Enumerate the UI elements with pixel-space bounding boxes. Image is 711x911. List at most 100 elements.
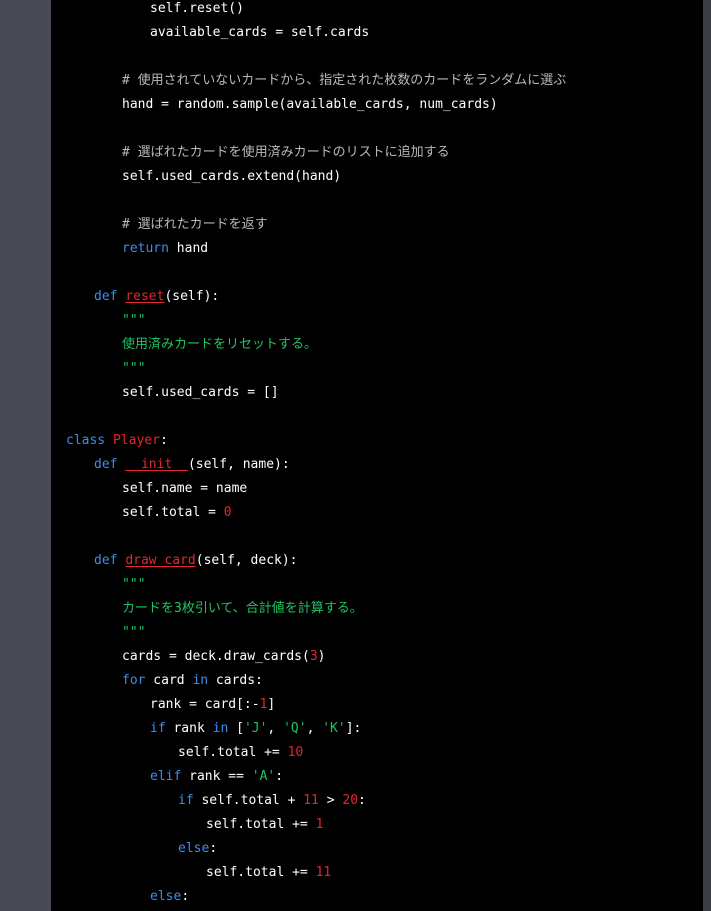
token-code-text: self.name = name bbox=[122, 481, 248, 496]
token-keyword: class bbox=[66, 433, 106, 448]
token-keyword: def bbox=[94, 553, 118, 568]
token-docstring: """ bbox=[122, 577, 146, 592]
token-docstring: 使用済みカードをリセットする。 bbox=[122, 337, 318, 352]
token-code-text: self.total += bbox=[206, 817, 316, 832]
code-line: self.total = 0 bbox=[122, 501, 232, 525]
token-number: 11 bbox=[303, 793, 319, 808]
code-line: """ bbox=[122, 621, 145, 645]
code-line: return hand bbox=[122, 237, 208, 261]
token-code-text: : bbox=[358, 793, 366, 808]
code-line: """ bbox=[122, 309, 145, 333]
token-code-text: self.total + bbox=[193, 793, 304, 808]
token-keyword: in bbox=[212, 721, 229, 736]
code-line: self.used_cards.extend(hand) bbox=[122, 165, 341, 189]
token-keyword: def bbox=[94, 289, 118, 304]
token-keyword: return bbox=[122, 241, 169, 256]
token-code-text: available_cards = self.cards bbox=[150, 25, 370, 40]
token-number: 1 bbox=[315, 817, 324, 832]
token-code-text: cards: bbox=[208, 673, 263, 688]
token-number: 11 bbox=[315, 865, 332, 880]
code-line: # 使用されていないカードから、指定された枚数のカードをランダムに選ぶ bbox=[122, 69, 566, 93]
token-code-text: > bbox=[318, 793, 343, 808]
token-string: 'K' bbox=[322, 721, 346, 736]
token-code-text: , bbox=[306, 721, 323, 736]
code-line: # 選ばれたカードを返す bbox=[122, 213, 268, 237]
token-code-text: cards = deck.draw_cards( bbox=[122, 649, 310, 664]
token-keyword: if bbox=[150, 721, 166, 736]
code-line: def draw_card(self, deck): bbox=[94, 549, 298, 573]
code-line: for card in cards: bbox=[122, 669, 263, 693]
code-line: self.name = name bbox=[122, 477, 247, 501]
code-line: if rank in ['J', 'Q', 'K']: bbox=[150, 717, 361, 741]
token-code-text: hand = random.sample(available_cards, nu… bbox=[122, 97, 498, 112]
code-line: self.total += 1 bbox=[206, 813, 323, 837]
token-number: 3 bbox=[309, 649, 318, 664]
token-keyword: if bbox=[178, 793, 194, 808]
token-docstring: """ bbox=[122, 625, 146, 640]
code-line: available_cards = self.cards bbox=[150, 21, 369, 45]
token-def-name: draw_card bbox=[125, 553, 196, 568]
token-code-text: , bbox=[267, 721, 284, 736]
code-line: else: bbox=[178, 837, 217, 861]
token-code-text: card bbox=[145, 673, 193, 688]
token-keyword: in bbox=[192, 673, 209, 688]
token-code-text: ]: bbox=[345, 721, 362, 736]
code-line: else: bbox=[150, 885, 189, 909]
token-string: 'A' bbox=[251, 769, 276, 784]
token-code-text: self.used_cards.extend(hand) bbox=[122, 169, 342, 184]
token-code-text: ] bbox=[267, 697, 276, 712]
code-line: hand = random.sample(available_cards, nu… bbox=[122, 93, 498, 117]
token-code-text: ) bbox=[317, 649, 326, 664]
token-def-name: Player bbox=[112, 433, 160, 448]
token-code-text: (self, deck): bbox=[195, 553, 298, 568]
token-docstring: """ bbox=[122, 361, 146, 376]
token-string: 'Q' bbox=[283, 721, 307, 736]
token-code-text: hand bbox=[168, 241, 209, 256]
token-code-text: self.reset() bbox=[150, 1, 244, 16]
token-keyword: else bbox=[150, 889, 182, 904]
token-comment: # 選ばれたカードを返す bbox=[122, 217, 268, 232]
token-keyword: def bbox=[94, 457, 118, 472]
token-docstring: カードを3枚引いて、合計値を計算する。 bbox=[122, 601, 363, 616]
token-code-text: (self, name): bbox=[187, 457, 290, 472]
token-keyword: else bbox=[178, 841, 210, 856]
token-code-text: self.total += bbox=[178, 745, 288, 760]
token-code-text: : bbox=[159, 433, 168, 448]
token-comment: # 使用されていないカードから、指定された枚数のカードをランダムに選ぶ bbox=[122, 73, 567, 88]
token-number: 20 bbox=[342, 793, 359, 808]
code-line: elif rank == 'A': bbox=[150, 765, 283, 789]
token-number: 10 bbox=[287, 745, 304, 760]
token-code-text: self.total += bbox=[206, 865, 316, 880]
token-code-text: rank = card[:- bbox=[150, 697, 260, 712]
code-line: self.total += 11 bbox=[206, 861, 331, 885]
token-code-text: rank == bbox=[181, 769, 252, 784]
code-editor[interactable]: self.reset() available_cards = self.cards… bbox=[51, 0, 703, 911]
code-line: cards = deck.draw_cards(3) bbox=[122, 645, 326, 669]
token-code-text: self.total = bbox=[122, 505, 224, 520]
token-code-text: : bbox=[209, 841, 218, 856]
code-line: self.total += 10 bbox=[178, 741, 303, 765]
code-line: # 選ばれたカードを使用済みカードのリストに追加する bbox=[122, 141, 450, 165]
code-line: class Player: bbox=[66, 429, 168, 453]
token-comment: # 選ばれたカードを使用済みカードのリストに追加する bbox=[122, 145, 450, 160]
token-code-text: rank bbox=[165, 721, 213, 736]
code-line: """ bbox=[122, 573, 145, 597]
code-line: """ bbox=[122, 357, 145, 381]
token-code-text: : bbox=[275, 769, 284, 784]
code-line: rank = card[:-1] bbox=[150, 693, 275, 717]
code-line: 使用済みカードをリセットする。 bbox=[122, 333, 317, 357]
code-line: self.reset() bbox=[150, 0, 244, 21]
code-line: self.used_cards = [] bbox=[122, 381, 279, 405]
token-keyword: for bbox=[122, 673, 146, 688]
code-line: def reset(self): bbox=[94, 285, 219, 309]
token-code-text: [ bbox=[228, 721, 244, 736]
token-def-name: reset bbox=[125, 289, 165, 304]
token-code-text: : bbox=[181, 889, 190, 904]
token-number: 0 bbox=[223, 505, 232, 520]
token-string: 'J' bbox=[243, 721, 268, 736]
vertical-scrollbar[interactable] bbox=[703, 0, 711, 911]
code-line: if self.total + 11 > 20: bbox=[178, 789, 366, 813]
code-line: def __init__(self, name): bbox=[94, 453, 290, 477]
token-def-name: __init__ bbox=[125, 457, 188, 472]
token-docstring: """ bbox=[122, 313, 146, 328]
